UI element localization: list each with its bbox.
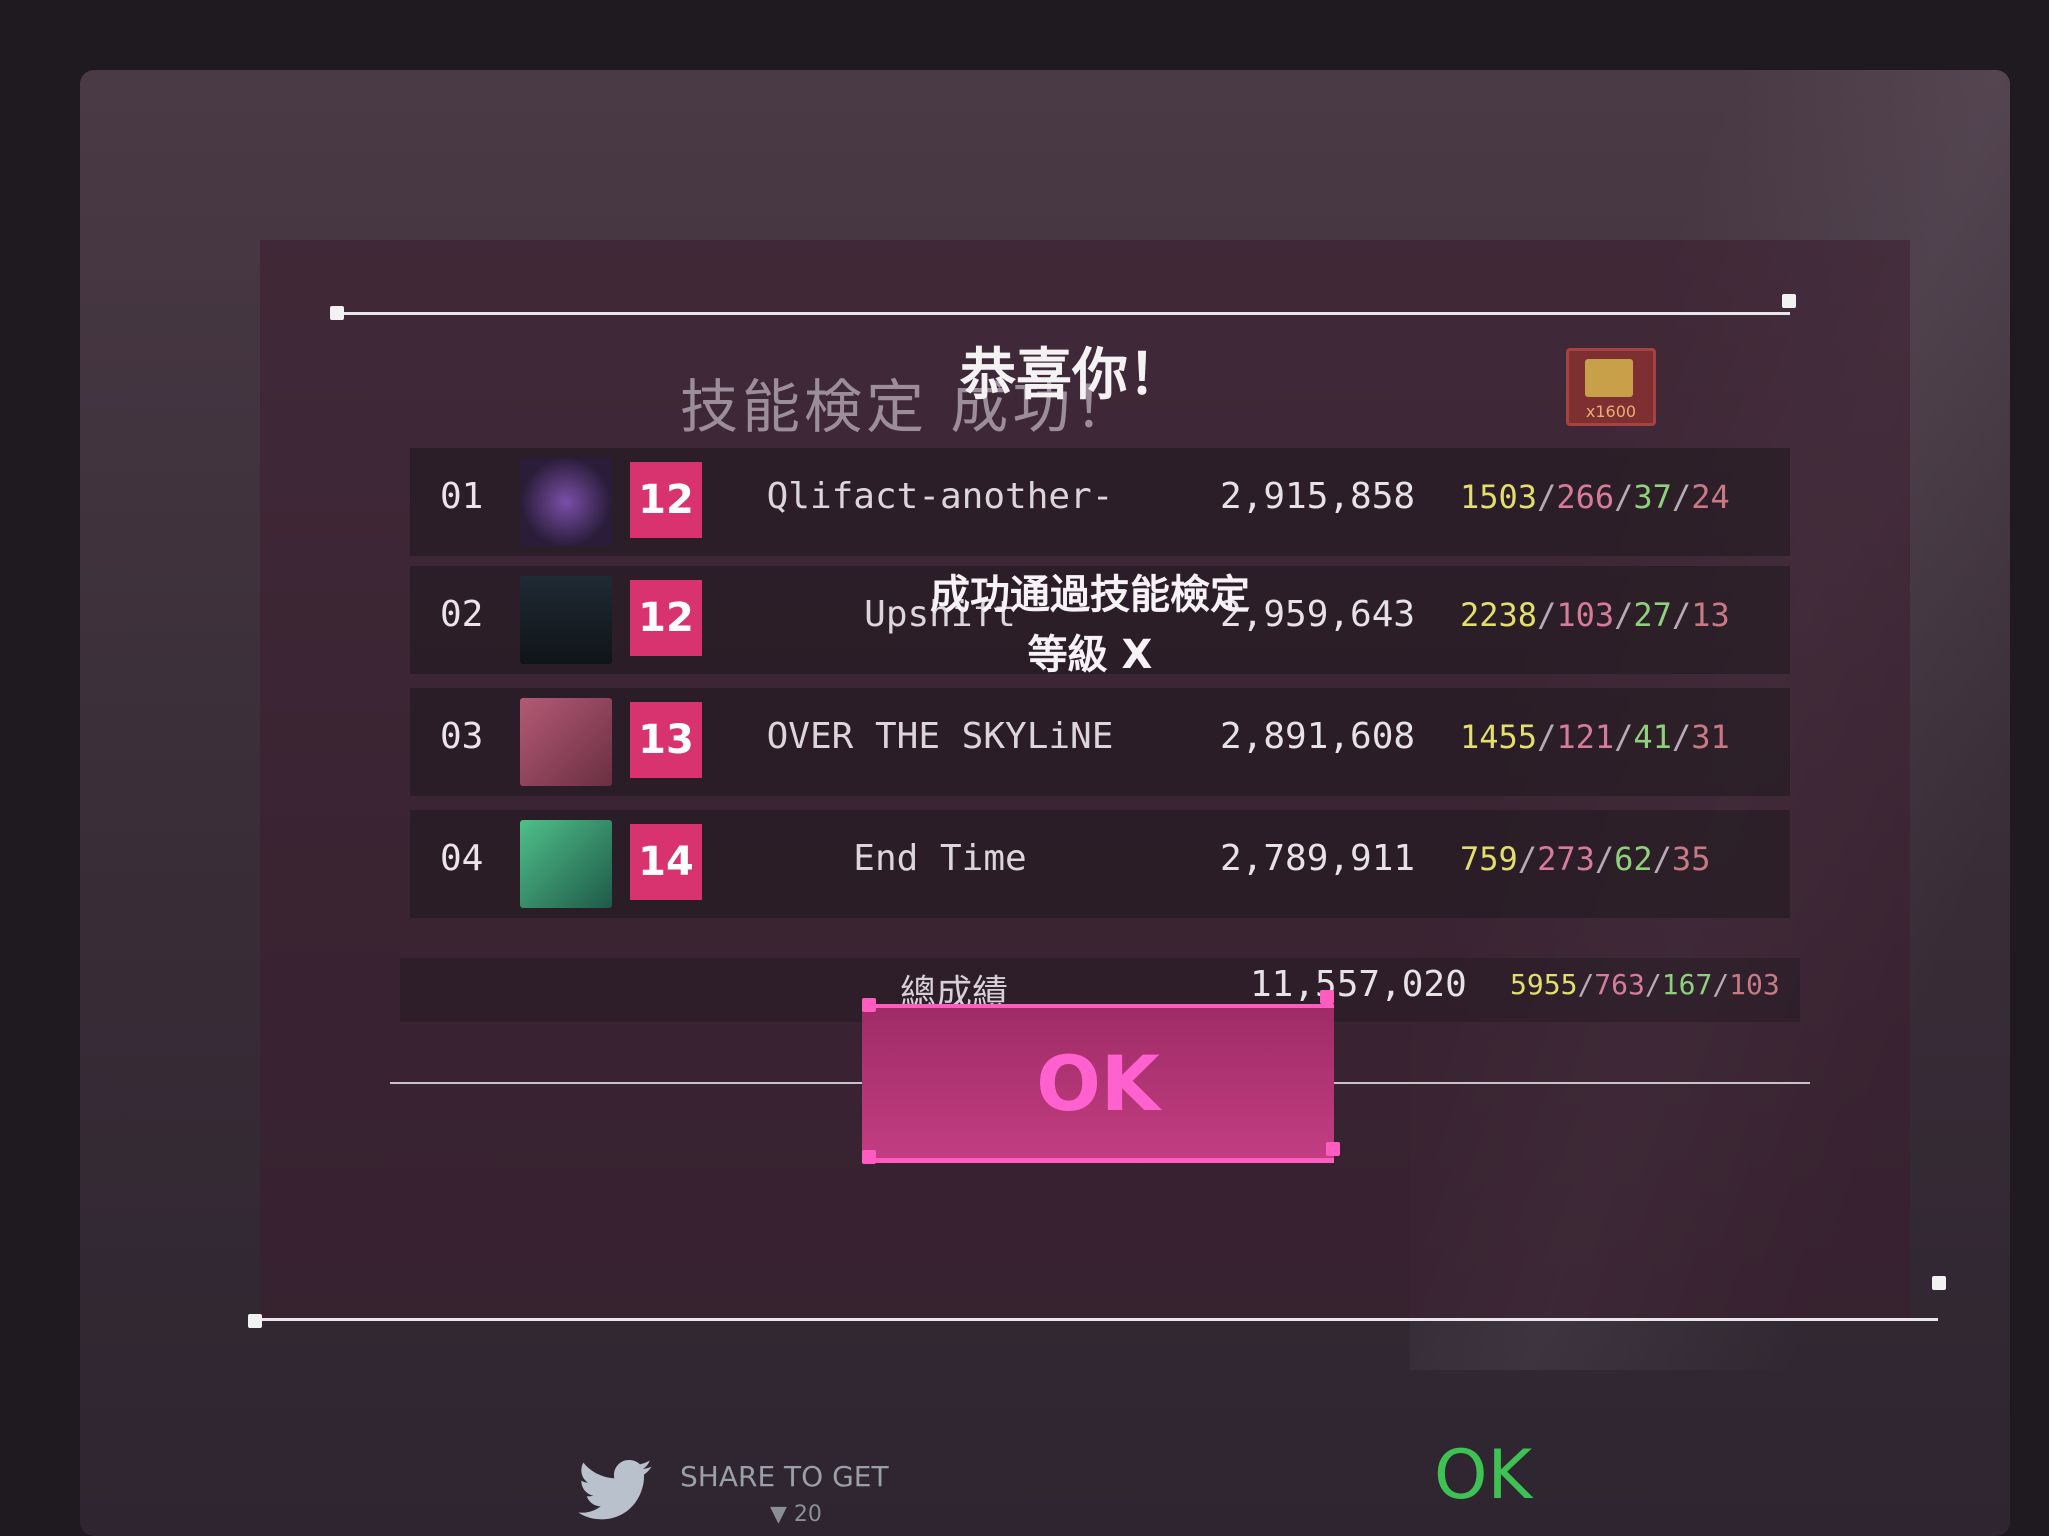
near-count: 103 <box>1556 596 1615 634</box>
song-jacket-image <box>520 820 612 908</box>
level-badge: 13 <box>630 702 702 778</box>
critical-count: 1503 <box>1460 478 1538 516</box>
song-score: 2,915,858 <box>1220 476 1416 517</box>
near-count: 121 <box>1556 718 1615 756</box>
ok-button-label: OK <box>1036 1038 1160 1128</box>
near-count: 273 <box>1537 840 1595 878</box>
error-count: 41 <box>1633 718 1672 756</box>
panel-top-border <box>340 312 1790 315</box>
row-rank: 01 <box>440 476 484 517</box>
twitter-icon <box>578 1460 652 1520</box>
miss-count: 35 <box>1671 840 1711 878</box>
error-count: 167 <box>1661 968 1713 1001</box>
corner-marker <box>1932 1276 1946 1290</box>
success-message-line1: 成功通過技能檢定 <box>930 572 1250 618</box>
song-row-1: 01 12 Qlifact-another- 2,915,858 1503/26… <box>410 448 1790 556</box>
level-badge: 12 <box>630 580 702 656</box>
share-label: SHARE TO GET <box>680 1460 889 1493</box>
level-badge: 12 <box>630 462 702 538</box>
miss-count: 13 <box>1691 596 1730 634</box>
button-corner <box>862 1150 876 1164</box>
success-message-line2: 等級 X <box>1027 632 1153 678</box>
song-title: Qlifact-another- <box>766 476 1114 517</box>
song-title: OVER THE SKYLiNE <box>766 716 1114 757</box>
error-count: 27 <box>1633 596 1672 634</box>
miss-count: 103 <box>1729 968 1780 1001</box>
success-message: 成功通過技能檢定 等級 X <box>880 565 1300 685</box>
song-row-4: 04 14 End Time 2,789,911 759/273/62/35 <box>410 810 1790 918</box>
panel-bottom-border <box>258 1318 1938 1321</box>
row-rank: 02 <box>440 594 484 635</box>
song-row-3: 03 13 OVER THE SKYLiNE 2,891,608 1455/12… <box>410 688 1790 796</box>
corner-marker <box>330 306 344 320</box>
judgement-counts: 1503/266/37/24 <box>1460 478 1730 516</box>
song-jacket-image <box>520 576 612 664</box>
coin-icon <box>1585 359 1633 397</box>
button-corner <box>862 998 876 1012</box>
song-title: End Time <box>853 838 1027 879</box>
error-count: 62 <box>1614 840 1653 878</box>
critical-count: 759 <box>1460 840 1518 878</box>
critical-count: 1455 <box>1460 718 1538 756</box>
popup-title: 恭喜你！ <box>960 343 1184 408</box>
level-badge: 14 <box>630 824 702 900</box>
coin-reward-icon: x1600 <box>1566 348 1656 426</box>
judgement-counts: 759/273/62/35 <box>1460 840 1711 878</box>
song-score: 2,891,608 <box>1220 716 1416 757</box>
row-rank: 04 <box>440 838 484 879</box>
judgement-counts: 1455/121/41/31 <box>1460 718 1730 756</box>
error-count: 37 <box>1633 478 1672 516</box>
corner-marker <box>248 1314 262 1328</box>
corner-marker <box>1782 294 1796 308</box>
song-jacket-image <box>520 458 612 546</box>
song-score: 2,789,911 <box>1220 838 1416 879</box>
button-corner <box>1320 990 1334 1004</box>
total-judgement-counts: 5955/763/167/103 <box>1510 968 1780 1001</box>
row-rank: 03 <box>440 716 484 757</box>
near-count: 763 <box>1594 968 1645 1001</box>
button-corner <box>1326 1142 1340 1156</box>
miss-count: 31 <box>1691 718 1730 756</box>
song-jacket-image <box>520 698 612 786</box>
total-score: 11,557,020 <box>1250 964 1467 1005</box>
judgement-counts: 2238/103/27/13 <box>1460 596 1730 634</box>
critical-count: 2238 <box>1460 596 1538 634</box>
bottom-ok-button[interactable]: OK <box>1434 1436 1532 1515</box>
critical-count: 5955 <box>1510 968 1578 1001</box>
near-count: 266 <box>1556 478 1615 516</box>
miss-count: 24 <box>1691 478 1730 516</box>
share-reward: ▼ 20 <box>770 1502 822 1527</box>
coin-reward-label: x1600 <box>1585 402 1637 421</box>
ok-button[interactable]: OK <box>862 1004 1334 1163</box>
